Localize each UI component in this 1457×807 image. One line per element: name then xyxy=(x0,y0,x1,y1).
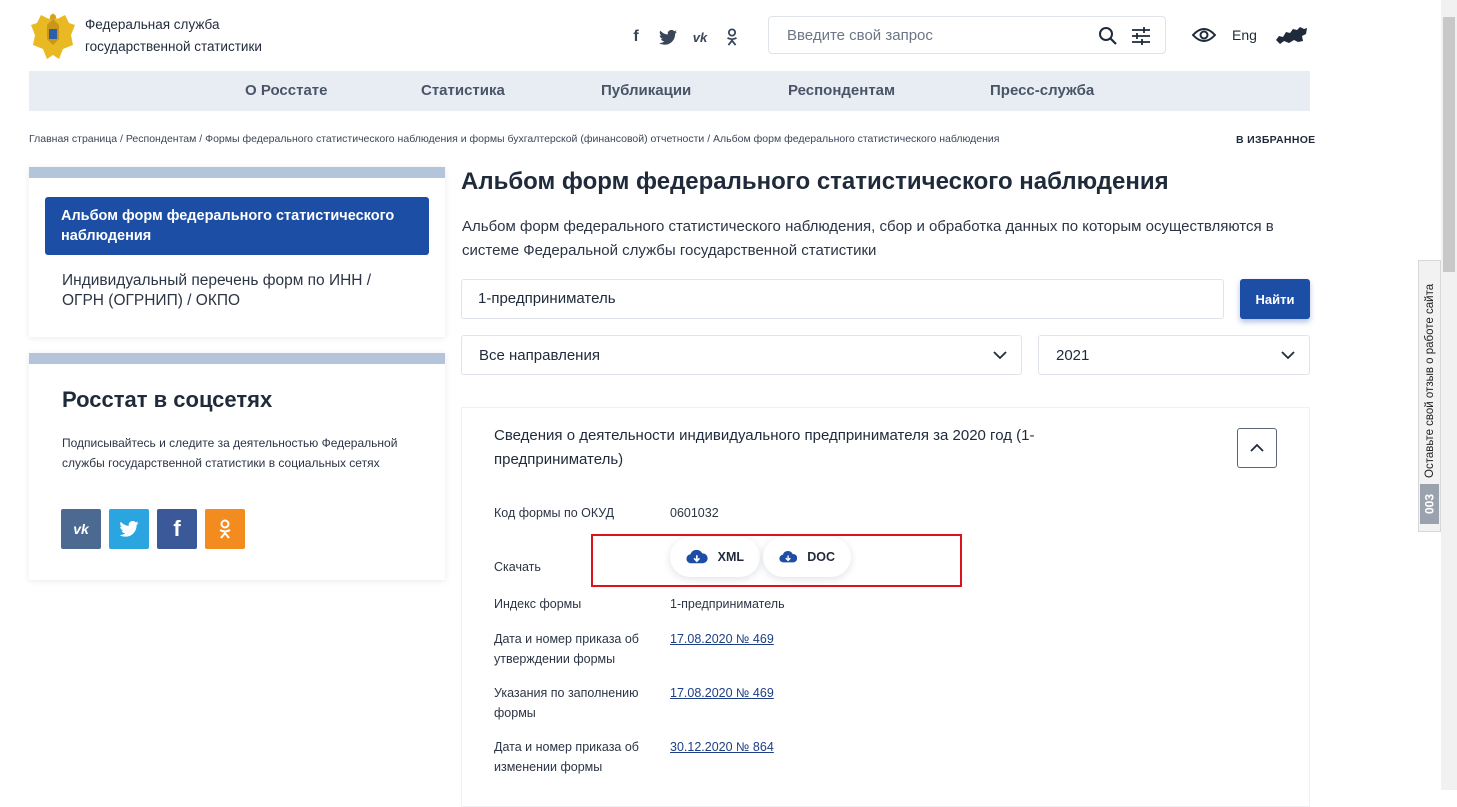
language-switch[interactable]: Eng xyxy=(1232,27,1257,43)
year-select[interactable]: 2021 xyxy=(1038,335,1310,375)
page-intro: Альбом форм федерального статистического… xyxy=(462,218,1274,259)
chevron-down-icon xyxy=(1281,351,1295,360)
search-box[interactable] xyxy=(768,16,1166,54)
okud-value: 0601032 xyxy=(670,506,719,520)
page-title: Альбом форм федерального статистического… xyxy=(461,168,1169,195)
instructions-label: Указания по заполнению формы xyxy=(494,686,639,720)
twitter-button[interactable] xyxy=(109,509,149,549)
org-name-line1: Федеральная служба xyxy=(85,17,220,32)
sidebar-item-individual-list[interactable]: Индивидуальный перечень форм по ИНН / ОГ… xyxy=(62,271,402,311)
rosstat-emblem-logo[interactable] xyxy=(29,9,77,63)
scrollbar-thumb[interactable] xyxy=(1443,17,1455,272)
odnoklassniki-icon[interactable] xyxy=(721,26,743,48)
feedback-badge: 003 xyxy=(1420,484,1439,524)
breadcrumb[interactable]: Главная страница / Респондентам / Формы … xyxy=(29,133,1029,145)
twitter-icon[interactable] xyxy=(657,26,679,48)
nav-item-about[interactable]: О Росстате xyxy=(245,82,328,99)
facebook-button[interactable]: f xyxy=(157,509,197,549)
find-button[interactable]: Найти xyxy=(1240,279,1310,319)
nav-item-publications[interactable]: Публикации xyxy=(601,82,691,99)
nav-item-respondents[interactable]: Респондентам xyxy=(788,82,895,99)
facebook-icon[interactable]: f xyxy=(625,26,647,48)
russia-map-icon[interactable] xyxy=(1274,24,1308,46)
vk-icon[interactable]: vk xyxy=(689,26,711,48)
nav-item-statistics[interactable]: Статистика xyxy=(421,82,505,99)
highlight-box xyxy=(591,534,962,587)
change-label: Дата и номер приказа об изменении формы xyxy=(494,740,639,774)
okud-label: Код формы по ОКУД xyxy=(494,506,615,520)
direction-select-value: Все направления xyxy=(479,347,600,364)
index-label: Индекс формы xyxy=(494,597,582,611)
sidebar-item-album-active[interactable]: Альбом форм федерального статистического… xyxy=(45,197,429,255)
approval-link[interactable]: 17.08.2020 № 469 xyxy=(670,629,774,649)
change-link[interactable]: 30.12.2020 № 864 xyxy=(670,737,774,757)
instructions-link[interactable]: 17.08.2020 № 469 xyxy=(670,683,774,703)
approval-label: Дата и номер приказа об утверждении форм… xyxy=(494,632,639,666)
index-value: 1-предприниматель xyxy=(670,597,785,611)
add-to-favorites-link[interactable]: В ИЗБРАННОЕ xyxy=(1236,134,1315,146)
year-select-value: 2021 xyxy=(1056,347,1090,364)
form-search-input[interactable]: 1-предприниматель xyxy=(461,279,1224,319)
chevron-down-icon xyxy=(993,351,1007,360)
org-name-line2: государственной статистики xyxy=(85,39,262,54)
main-nav: О Росстате Статистика Публикации Респонд… xyxy=(29,71,1310,111)
odnoklassniki-button[interactable] xyxy=(205,509,245,549)
vk-button[interactable]: vk xyxy=(61,509,101,549)
filter-settings-icon[interactable] xyxy=(1131,26,1151,46)
result-title[interactable]: Сведения о деятельности индивидуального … xyxy=(494,424,1134,472)
social-card-text: Подписывайтесь и следите за деятельность… xyxy=(62,436,398,470)
org-name[interactable]: Федеральная служба государственной стати… xyxy=(85,14,262,58)
visually-impaired-eye-icon[interactable] xyxy=(1192,26,1216,44)
card-top-bar xyxy=(29,167,445,178)
odnoklassniki-icon xyxy=(219,519,231,539)
search-input[interactable] xyxy=(785,26,1089,45)
nav-item-press[interactable]: Пресс-служба xyxy=(990,82,1094,99)
chevron-up-icon xyxy=(1250,443,1264,452)
social-card-title: Росстат в соцсетях xyxy=(62,387,273,412)
facebook-icon: f xyxy=(173,516,181,541)
collapse-button[interactable] xyxy=(1237,428,1277,468)
direction-select[interactable]: Все направления xyxy=(461,335,1022,375)
feedback-text[interactable]: Оставьте свой отзыв о работе сайта xyxy=(1424,273,1436,478)
card-top-bar xyxy=(29,353,445,364)
search-icon[interactable] xyxy=(1098,26,1118,46)
vk-icon: vk xyxy=(73,521,89,537)
twitter-icon xyxy=(119,521,139,537)
